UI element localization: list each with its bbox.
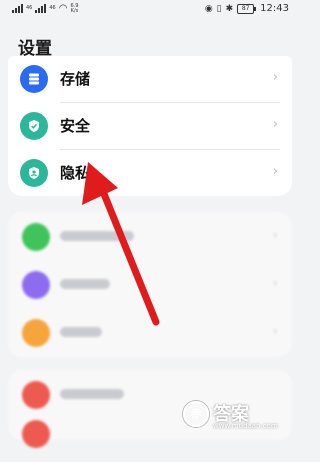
network-type-1: 46 (26, 5, 33, 11)
chevron-right-icon: › (272, 276, 278, 291)
app-icon (22, 420, 50, 448)
eye-comfort-icon: ◉ (204, 3, 213, 14)
app-icon (22, 223, 50, 251)
settings-item-privacy[interactable]: 隐私 › (8, 150, 292, 198)
bluetooth-icon: ✱ (225, 3, 234, 14)
battery-indicator: 87 (237, 3, 257, 14)
watermark-domain: www.mudaan.com (213, 422, 278, 430)
watermark-logo: 赤 (183, 401, 209, 427)
watermark: 赤 答案 www.mudaan.com (183, 399, 293, 431)
chevron-right-icon: › (272, 228, 278, 243)
settings-item-label: 隐私 (60, 164, 91, 182)
storage-icon (20, 65, 48, 93)
blurred-label (60, 327, 102, 337)
blurred-label (60, 279, 110, 289)
app-icon (22, 381, 50, 409)
chevron-right-icon: › (272, 70, 278, 85)
settings-item-security[interactable]: 安全 › (8, 103, 292, 151)
app-icon (22, 319, 50, 347)
settings-item-label: 安全 (60, 117, 91, 135)
wifi-icon: ◠ (58, 3, 68, 14)
blurred-row[interactable]: › (8, 262, 292, 308)
shield-check-icon (20, 112, 48, 140)
network-speed: 6.9 K/s (70, 2, 79, 14)
blurred-label (60, 231, 134, 241)
settings-card: 存储 › 安全 › 隐私 › (8, 56, 292, 196)
blurred-row[interactable]: › (8, 214, 292, 260)
chevron-right-icon: › (272, 117, 278, 132)
blurred-row[interactable]: › (8, 310, 292, 356)
chevron-right-icon: › (272, 164, 278, 179)
status-right: ◉ ▯ ✱ 87 12:43 (205, 3, 289, 14)
signal-icon-2 (35, 4, 47, 13)
signal-icon (12, 4, 23, 13)
app-icon (22, 271, 50, 299)
chevron-right-icon: › (272, 324, 278, 339)
network-type-2: 46 (49, 5, 56, 11)
vibrate-icon: ▯ (216, 3, 222, 14)
status-left: 46 46 ◠ 6.9 K/s (12, 3, 78, 14)
blurred-label (60, 389, 124, 399)
status-bar: 46 46 ◠ 6.9 K/s ◉ ▯ ✱ 87 12:43 (0, 0, 301, 22)
blurred-settings-card: › › › (8, 212, 292, 357)
privacy-shield-icon (20, 159, 48, 187)
settings-item-storage[interactable]: 存储 › (8, 56, 292, 104)
settings-item-label: 存储 (60, 70, 91, 88)
clock: 12:43 (260, 3, 289, 14)
